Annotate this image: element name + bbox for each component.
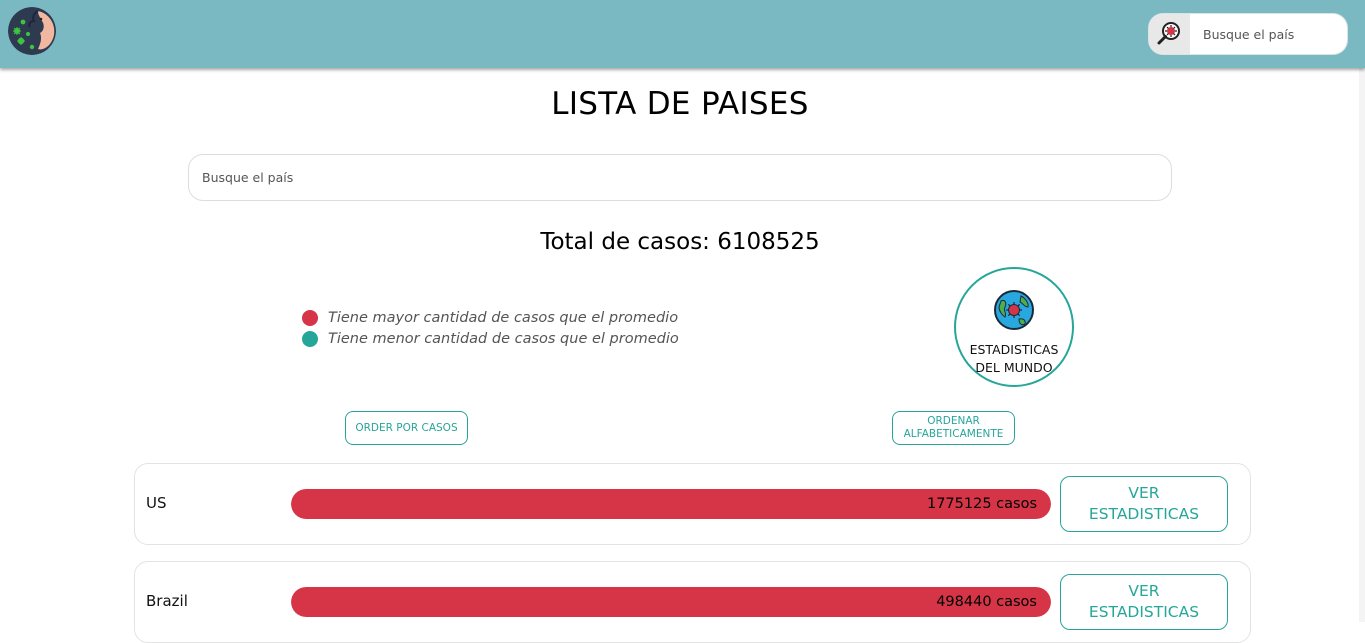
cases-label: 1775125 casos (926, 496, 1037, 512)
legend: Tiene mayor cantidad de casos que el pro… (302, 307, 679, 349)
country-row: Brazil 498440 casos VER ESTADISTICAS (134, 561, 1251, 643)
country-row: US 1775125 casos VER ESTADISTICAS (134, 463, 1251, 545)
covid-person-sneeze-icon[interactable] (8, 7, 56, 55)
order-alphabetically-button[interactable]: ORDENAR ALFABETICAMENTE (892, 411, 1015, 445)
navbar-search[interactable] (1149, 14, 1347, 54)
globe-virus-icon (993, 289, 1035, 335)
world-stats-button[interactable]: ESTADISTICAS DEL MUNDO (954, 267, 1074, 387)
country-search-input[interactable] (189, 155, 1171, 200)
legend-label: Tiene mayor cantidad de casos que el pro… (328, 309, 679, 326)
cases-bar: 498440 casos (291, 587, 1051, 617)
total-cases: Total de casos: 6108525 (540, 229, 820, 255)
world-stats-label: ESTADISTICAS DEL MUNDO (969, 342, 1059, 375)
virus-magnifier-icon[interactable] (1149, 14, 1190, 54)
cases-label: 498440 casos (936, 594, 1037, 610)
legend-item-above: Tiene mayor cantidad de casos que el pro… (302, 307, 679, 328)
top-navbar (0, 0, 1365, 68)
teal-dot-icon (302, 330, 318, 347)
country-name: Brazil (146, 592, 188, 610)
page-scrollbar[interactable] (1359, 68, 1365, 622)
page-title: LISTA DE PAISES (551, 86, 809, 122)
order-by-cases-button[interactable]: ORDER POR CASOS (345, 411, 468, 445)
legend-label: Tiene menor cantidad de casos que el pro… (328, 330, 679, 347)
red-dot-icon (302, 309, 318, 326)
navbar-search-input[interactable] (1190, 14, 1340, 54)
cases-bar-fill: 1775125 casos (291, 489, 1051, 519)
country-search[interactable] (188, 154, 1172, 201)
country-name: US (146, 494, 167, 512)
legend-item-below: Tiene menor cantidad de casos que el pro… (302, 328, 679, 349)
cases-bar-fill: 498440 casos (291, 587, 1051, 617)
cases-bar: 1775125 casos (291, 489, 1051, 519)
view-stats-button[interactable]: VER ESTADISTICAS (1060, 476, 1228, 532)
